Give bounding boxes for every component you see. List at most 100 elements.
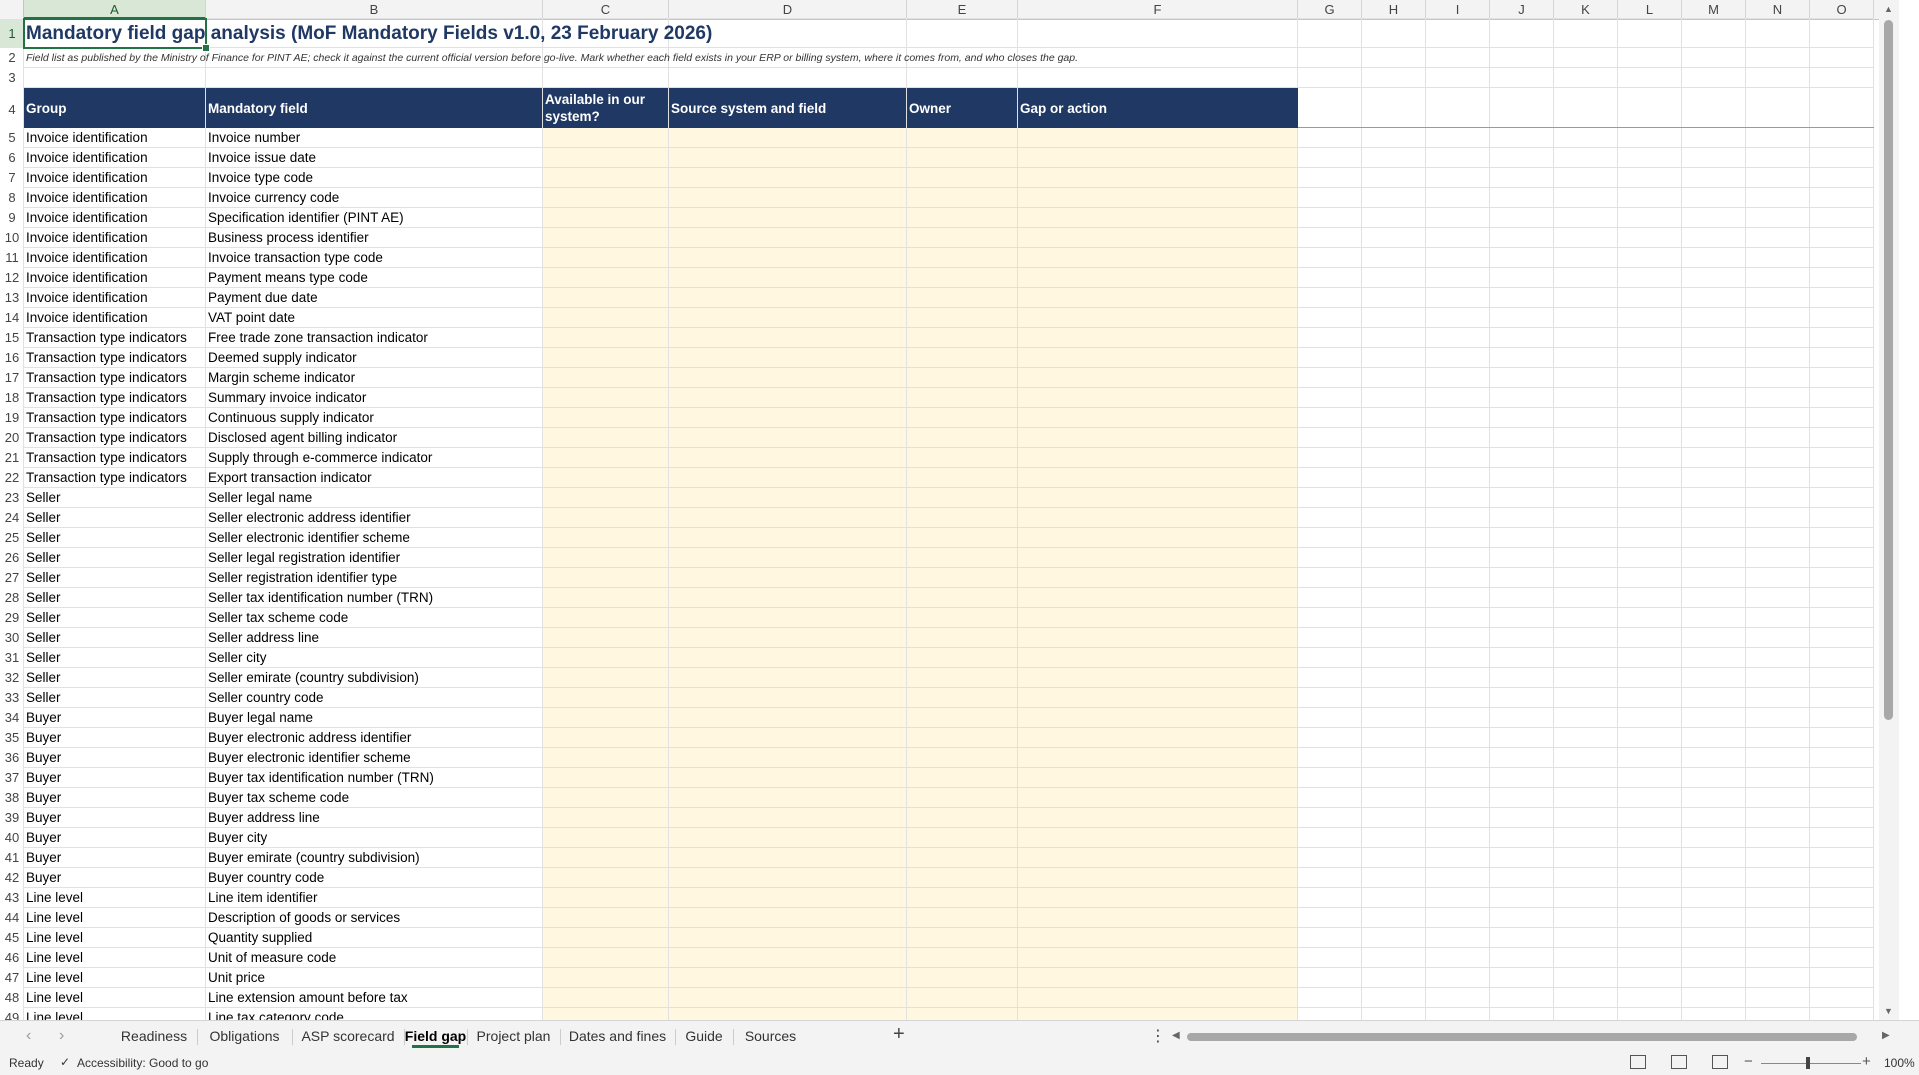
input-cell[interactable] [543,708,668,727]
row-header-1[interactable]: 1 [0,19,24,48]
mandatory-field-cell[interactable]: Seller address line [206,628,542,648]
column-header-o[interactable]: O [1810,0,1874,19]
input-cell[interactable] [1018,848,1297,867]
input-cell[interactable] [543,648,668,667]
input-cell[interactable] [669,1008,906,1020]
accessibility-status[interactable]: Accessibility: Good to go [77,1056,208,1070]
group-cell[interactable]: Seller [24,508,205,528]
mandatory-field-cell[interactable]: Seller legal name [206,488,542,508]
column-header-f[interactable]: F [1018,0,1298,19]
input-cell[interactable] [1018,328,1297,347]
row-header-31[interactable]: 31 [0,648,24,668]
row-header-32[interactable]: 32 [0,668,24,688]
vertical-scroll-thumb[interactable] [1884,20,1893,720]
input-cell[interactable] [669,488,906,507]
input-cell[interactable] [907,348,1017,367]
column-header-g[interactable]: G [1298,0,1362,19]
zoom-slider-handle[interactable] [1806,1057,1810,1069]
column-header-h[interactable]: H [1362,0,1426,19]
row-header-24[interactable]: 24 [0,508,24,528]
group-cell[interactable]: Invoice identification [24,248,205,268]
input-cell[interactable] [543,828,668,847]
mandatory-field-cell[interactable]: Buyer electronic identifier scheme [206,748,542,768]
input-cell[interactable] [907,528,1017,547]
mandatory-field-cell[interactable]: Invoice number [206,128,542,148]
input-cell[interactable] [1018,988,1297,1007]
row-header-22[interactable]: 22 [0,468,24,488]
input-cell[interactable] [907,608,1017,627]
fill-handle[interactable] [202,44,210,52]
input-cell[interactable] [907,488,1017,507]
input-cell[interactable] [669,748,906,767]
mandatory-field-cell[interactable]: Deemed supply indicator [206,348,542,368]
row-header-25[interactable]: 25 [0,528,24,548]
input-cell[interactable] [1018,588,1297,607]
input-cell[interactable] [1018,288,1297,307]
mandatory-field-cell[interactable]: Free trade zone transaction indicator [206,328,542,348]
input-cell[interactable] [1018,428,1297,447]
input-cell[interactable] [1018,188,1297,207]
column-header-l[interactable]: L [1618,0,1682,19]
mandatory-field-cell[interactable]: Export transaction indicator [206,468,542,488]
mandatory-field-cell[interactable]: Supply through e-commerce indicator [206,448,542,468]
group-cell[interactable]: Invoice identification [24,208,205,228]
row-header-39[interactable]: 39 [0,808,24,828]
input-cell[interactable] [543,148,668,167]
row-header-16[interactable]: 16 [0,348,24,368]
input-cell[interactable] [1018,548,1297,567]
row-header-5[interactable]: 5 [0,128,24,148]
input-cell[interactable] [907,148,1017,167]
active-cell-selection[interactable] [23,18,207,49]
input-cell[interactable] [669,528,906,547]
input-cell[interactable] [669,428,906,447]
sheet-tab-project-plan[interactable]: Project plan [467,1021,560,1052]
mandatory-field-cell[interactable]: Buyer emirate (country subdivision) [206,848,542,868]
input-cell[interactable] [907,368,1017,387]
input-cell[interactable] [1018,268,1297,287]
group-cell[interactable]: Transaction type indicators [24,408,205,428]
group-cell[interactable]: Invoice identification [24,128,205,148]
group-cell[interactable]: Invoice identification [24,228,205,248]
input-cell[interactable] [669,568,906,587]
scroll-down-icon[interactable]: ▼ [1884,1006,1893,1016]
group-cell[interactable]: Transaction type indicators [24,348,205,368]
row-header-9[interactable]: 9 [0,208,24,228]
input-cell[interactable] [669,388,906,407]
input-cell[interactable] [1018,928,1297,947]
mandatory-field-cell[interactable]: Invoice type code [206,168,542,188]
input-cell[interactable] [1018,528,1297,547]
input-cell[interactable] [907,908,1017,927]
normal-view-icon[interactable] [1630,1055,1646,1069]
table-header-cell[interactable]: Group [24,88,205,128]
group-cell[interactable]: Buyer [24,728,205,748]
input-cell[interactable] [907,308,1017,327]
row-header-4[interactable]: 4 [0,88,24,128]
input-cell[interactable] [669,828,906,847]
input-cell[interactable] [1018,348,1297,367]
input-cell[interactable] [907,508,1017,527]
input-cell[interactable] [1018,808,1297,827]
input-cell[interactable] [907,428,1017,447]
group-cell[interactable]: Invoice identification [24,168,205,188]
input-cell[interactable] [543,308,668,327]
row-header-47[interactable]: 47 [0,968,24,988]
column-header-j[interactable]: J [1490,0,1554,19]
input-cell[interactable] [543,668,668,687]
input-cell[interactable] [543,928,668,947]
group-cell[interactable]: Line level [24,988,205,1008]
input-cell[interactable] [543,608,668,627]
zoom-out-button[interactable]: − [1744,1053,1753,1070]
group-cell[interactable]: Buyer [24,768,205,788]
input-cell[interactable] [1018,788,1297,807]
group-cell[interactable]: Buyer [24,868,205,888]
column-header-i[interactable]: I [1426,0,1490,19]
input-cell[interactable] [907,268,1017,287]
next-sheet-icon[interactable]: › [59,1027,64,1045]
group-cell[interactable]: Transaction type indicators [24,448,205,468]
input-cell[interactable] [543,888,668,907]
table-header-cell[interactable]: Owner [907,88,1017,128]
input-cell[interactable] [543,328,668,347]
input-cell[interactable] [543,168,668,187]
mandatory-field-cell[interactable]: Buyer tax identification number (TRN) [206,768,542,788]
input-cell[interactable] [1018,208,1297,227]
